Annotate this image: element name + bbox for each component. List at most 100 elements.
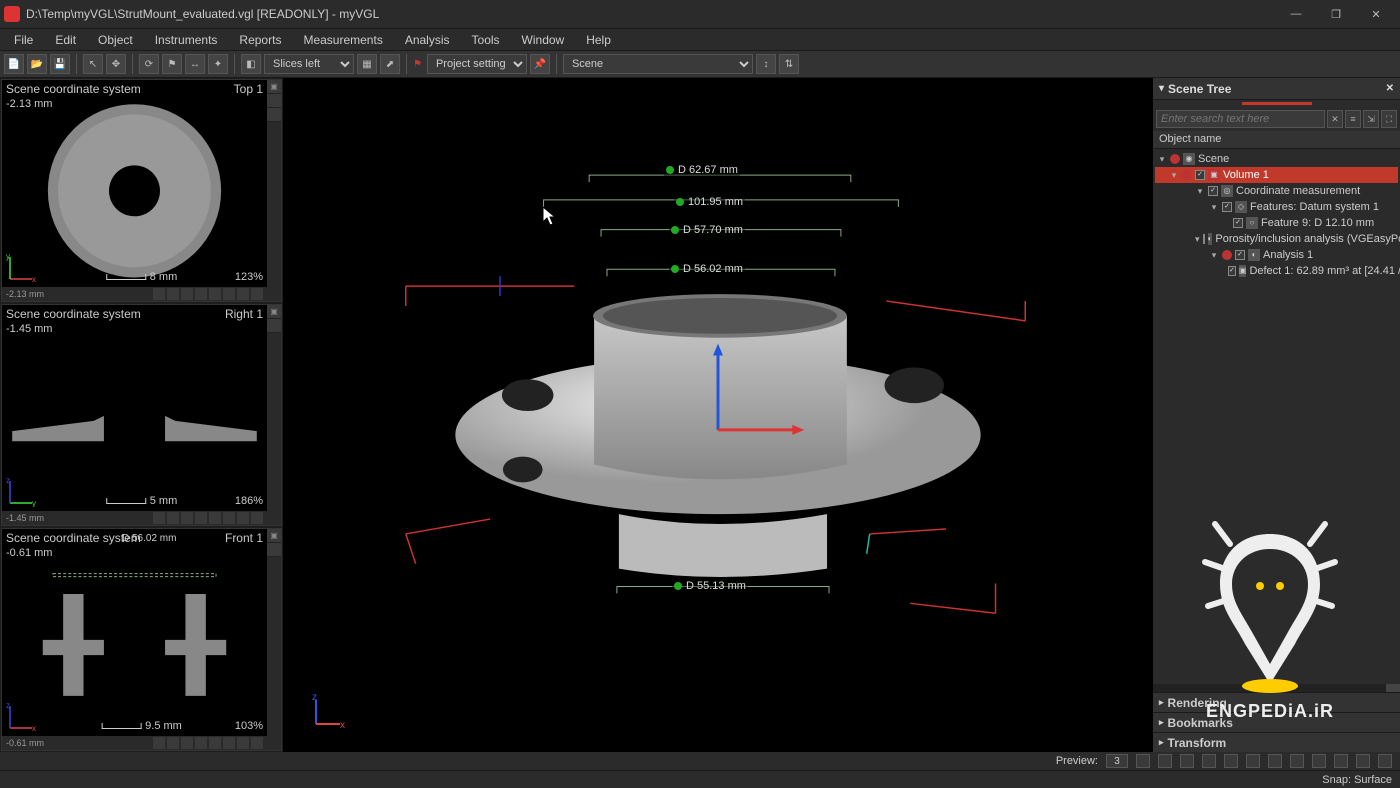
rotate-icon[interactable]: ⟳ (139, 54, 159, 74)
status-icon[interactable] (1356, 754, 1370, 768)
tree-node-coordmeas[interactable]: ▾ ✓ ◎ Coordinate measurement (1155, 183, 1398, 199)
menu-analysis[interactable]: Analysis (395, 31, 460, 49)
viewport-top[interactable]: Scene coordinate system Top 1 -2.13 mm x… (1, 79, 282, 302)
viewport-right-status: -1.45 mm (2, 511, 267, 525)
star-icon[interactable]: ✦ (208, 54, 228, 74)
cursor-icon[interactable]: ⬈ (380, 54, 400, 74)
left-panel: Scene coordinate system Top 1 -2.13 mm x… (0, 78, 284, 752)
viewport-right[interactable]: Scene coordinate system Right 1 -1.45 mm… (1, 304, 282, 527)
section-rendering[interactable]: ▸Rendering (1153, 692, 1400, 712)
tree-node-analysis[interactable]: ▾ ✓ ◐ Analysis 1 (1155, 247, 1398, 263)
mini-icon[interactable] (153, 288, 165, 300)
checkbox[interactable]: ✓ (1195, 170, 1205, 180)
panel-close-icon[interactable]: ✕ (1386, 83, 1394, 94)
dim-icon[interactable]: ↔ (185, 54, 205, 74)
axis-icon: x z (6, 702, 36, 732)
tree-node-porosity[interactable]: ▾ ◐ Porosity/inclusion analysis (VGEasyP… (1155, 231, 1398, 247)
feature-icon: ◇ (1235, 201, 1247, 213)
tree-node-feature9[interactable]: ✓ ○ Feature 9: D 12.10 mm (1155, 215, 1398, 231)
status-icon[interactable] (1180, 754, 1194, 768)
expander-icon[interactable]: ▾ (1169, 170, 1179, 181)
clear-search-icon[interactable]: ✕ (1327, 110, 1343, 128)
expander-icon[interactable]: ▾ (1157, 154, 1167, 165)
align-icon[interactable]: ◧ (241, 54, 261, 74)
new-icon[interactable]: 📄 (4, 54, 24, 74)
slices-select[interactable]: Slices left (264, 54, 354, 74)
checkbox[interactable]: ✓ (1228, 266, 1236, 276)
checkbox[interactable]: ✓ (1208, 186, 1218, 196)
status-icon[interactable] (1158, 754, 1172, 768)
pin-icon[interactable]: 📌 (530, 54, 550, 74)
status-icon[interactable] (1378, 754, 1392, 768)
visibility-icon[interactable] (1222, 250, 1232, 260)
checkbox[interactable]: ✓ (1235, 250, 1245, 260)
checkbox[interactable]: ✓ (1233, 218, 1243, 228)
scene-select[interactable]: Scene (563, 54, 753, 74)
minimize-button[interactable]: — (1276, 0, 1316, 28)
expander-icon[interactable]: ▾ (1195, 186, 1205, 197)
svg-text:y: y (32, 499, 36, 507)
status-icon[interactable] (1290, 754, 1304, 768)
model-3d (284, 78, 1152, 752)
close-button[interactable]: ✕ (1356, 0, 1396, 28)
expander-icon[interactable]: ▾ (1209, 202, 1219, 213)
menu-measurements[interactable]: Measurements (293, 31, 392, 49)
expand-icon[interactable]: ⛶ (1381, 110, 1397, 128)
project-settings-select[interactable]: Project settings (427, 54, 527, 74)
tree-node-scene[interactable]: ▾ ◉ Scene (1155, 151, 1398, 167)
menu-instruments[interactable]: Instruments (145, 31, 228, 49)
status-icon[interactable] (1246, 754, 1260, 768)
menu-help[interactable]: Help (576, 31, 621, 49)
tree-label: Defect 1: 62.89 mm³ at [24.41 / 9.10… (1249, 265, 1400, 277)
tree-node-defect[interactable]: ✓ ▣ Defect 1: 62.89 mm³ at [24.41 / 9.10… (1155, 263, 1398, 279)
viewport-3d[interactable]: D 62.67 mm 101.95 mm D 57.70 mm D 56.02 … (284, 78, 1152, 752)
zoom-label: 123% (235, 271, 263, 283)
expander-icon[interactable]: ▾ (1195, 234, 1200, 245)
viewport-front[interactable]: Scene coordinate system Front 1 -0.61 mm… (1, 528, 282, 751)
tree-label: Features: Datum system 1 (1250, 201, 1379, 213)
maximize-button[interactable]: ❐ (1316, 0, 1356, 28)
status-icon[interactable] (1136, 754, 1150, 768)
status-icon[interactable] (1224, 754, 1238, 768)
move-icon[interactable]: ✥ (106, 54, 126, 74)
sort-icon[interactable]: ↕ (756, 54, 776, 74)
scene-tree[interactable]: ▾ ◉ Scene ▾ ✓ ▣ Volume 1 ▾ ✓ ◎ Coordinat… (1153, 149, 1400, 684)
chevron-down-icon: ▾ (1159, 83, 1164, 94)
status-icon[interactable] (1268, 754, 1282, 768)
search-row: ✕ ≡ ⇲ ⛶ (1153, 107, 1400, 131)
viewport-right-label: Right 1 (225, 307, 263, 321)
flag-icon[interactable]: ⚑ (162, 54, 182, 74)
visibility-icon[interactable] (1182, 170, 1192, 180)
grid-icon[interactable]: ▦ (357, 54, 377, 74)
section-transform[interactable]: ▸Transform (1153, 732, 1400, 752)
tree-node-volume[interactable]: ▾ ✓ ▣ Volume 1 (1155, 167, 1398, 183)
open-icon[interactable]: 📂 (27, 54, 47, 74)
section-bookmarks[interactable]: ▸Bookmarks (1153, 712, 1400, 732)
menu-reports[interactable]: Reports (229, 31, 291, 49)
tree-node-features[interactable]: ▾ ✓ ◇ Features: Datum system 1 (1155, 199, 1398, 215)
search-input[interactable] (1156, 110, 1325, 128)
status-icon[interactable] (1334, 754, 1348, 768)
scene-tree-header[interactable]: ▾ Scene Tree ✕ (1153, 78, 1400, 100)
svg-text:y: y (6, 253, 10, 261)
menu-window[interactable]: Window (512, 31, 575, 49)
status-icon[interactable] (1202, 754, 1216, 768)
status-icon[interactable] (1312, 754, 1326, 768)
scrollbar[interactable] (1386, 684, 1400, 692)
checkbox[interactable]: ✓ (1222, 202, 1232, 212)
pointer-icon[interactable]: ↖ (83, 54, 103, 74)
expand-icon[interactable]: ▣ (267, 80, 281, 94)
menu-object[interactable]: Object (88, 31, 143, 49)
compare-icon[interactable]: ⇅ (779, 54, 799, 74)
dim-d4: D 56.02 mm (669, 263, 745, 275)
expander-icon[interactable]: ▾ (1209, 250, 1219, 261)
filter-icon[interactable]: ≡ (1345, 110, 1361, 128)
visibility-icon[interactable] (1170, 154, 1180, 164)
save-icon[interactable]: 💾 (50, 54, 70, 74)
menu-file[interactable]: File (4, 31, 43, 49)
checkbox[interactable] (1203, 234, 1205, 244)
collapse-icon[interactable]: ⇲ (1363, 110, 1379, 128)
menu-tools[interactable]: Tools (462, 31, 510, 49)
preview-value[interactable] (1106, 754, 1128, 768)
menu-edit[interactable]: Edit (45, 31, 86, 49)
